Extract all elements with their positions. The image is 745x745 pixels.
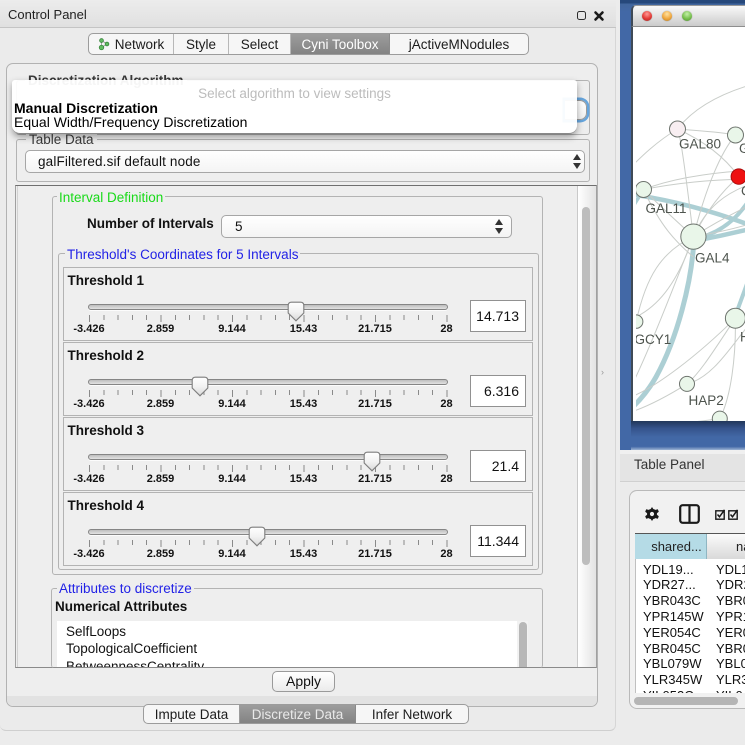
svg-text:GAL11: GAL11 bbox=[645, 201, 686, 216]
svg-text:GA: GA bbox=[739, 141, 745, 156]
svg-text:HA: HA bbox=[740, 330, 745, 345]
svg-text:HAP2: HAP2 bbox=[688, 393, 723, 408]
svg-text:GAL4: GAL4 bbox=[695, 251, 730, 266]
svg-text:GCY1: GCY1 bbox=[636, 332, 671, 347]
svg-text:CY: CY bbox=[741, 184, 745, 199]
svg-text:GAL80: GAL80 bbox=[679, 137, 721, 152]
